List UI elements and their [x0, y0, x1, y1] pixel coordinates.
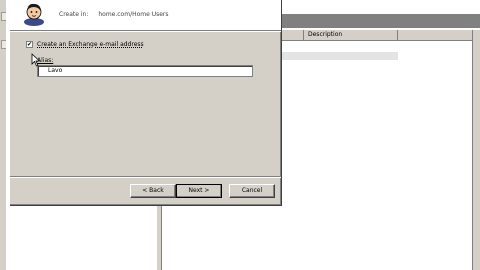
pane-splitter[interactable] — [156, 206, 162, 270]
user-icon — [24, 3, 44, 26]
wizard-header: Create in: home.com/Home Users — [10, 0, 281, 31]
create-in-text: Create in: home.com/Home Users — [59, 11, 169, 18]
column-header-description[interactable]: Description — [304, 30, 398, 40]
new-object-user-wizard: Create in: home.com/Home Users ✔ Create a… — [10, 0, 282, 206]
column-header-type[interactable] — [282, 30, 304, 40]
back-button[interactable]: < Back — [130, 184, 176, 198]
list-item[interactable] — [282, 52, 398, 60]
next-button[interactable]: Next > — [176, 184, 222, 198]
exchange-email-checkbox-label[interactable]: Create an Exchange e-mail address — [37, 41, 144, 48]
alias-input[interactable]: Lavo — [37, 65, 253, 77]
vertical-scrollbar[interactable] — [472, 30, 480, 270]
create-in-label: Create in: — [59, 11, 89, 18]
button-separator — [10, 176, 281, 178]
console-tree-pane-lower[interactable] — [6, 206, 156, 270]
details-list-header: Description — [282, 30, 472, 41]
details-pane-title-bar — [282, 14, 480, 28]
cancel-button[interactable]: Cancel — [229, 184, 275, 198]
create-in-path: home.com/Home Users — [98, 11, 169, 18]
mouse-pointer-icon — [31, 53, 41, 67]
header-divider — [10, 31, 281, 32]
exchange-email-checkbox[interactable]: ✔ — [26, 41, 33, 48]
